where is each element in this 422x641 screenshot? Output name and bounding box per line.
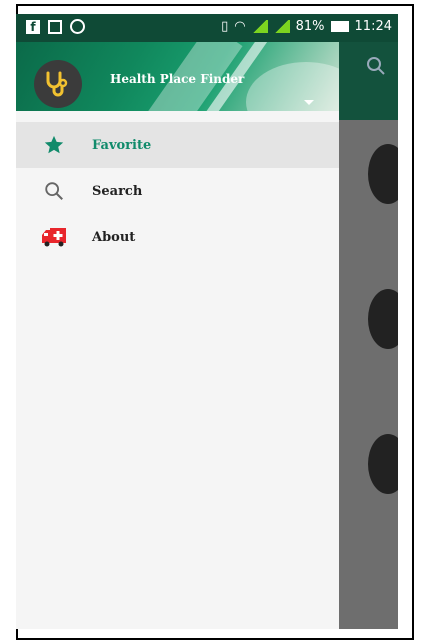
menu-item-about[interactable]: About [16, 214, 339, 260]
account-dropdown-icon[interactable] [304, 100, 314, 105]
app-logo-avatar[interactable] [34, 60, 82, 108]
drawer-header: Health Place Finder [16, 42, 339, 111]
menu-label-about: About [92, 229, 136, 245]
navigation-drawer: Health Place Finder Favorite Search Abou… [16, 42, 339, 629]
menu-label-favorite: Favorite [92, 137, 152, 153]
background-search-icon[interactable] [366, 56, 386, 81]
background-card-edge [368, 144, 398, 204]
background-card-edge [368, 289, 398, 349]
signal-icon-2 [273, 20, 290, 33]
vibrate-icon: ▯ [221, 19, 229, 34]
background-card-edge [368, 434, 398, 494]
gallery-icon [48, 19, 62, 34]
drawer-menu: Favorite Search About [16, 122, 339, 260]
app-title: Health Place Finder [110, 72, 245, 86]
menu-label-search: Search [92, 183, 143, 199]
wifi-icon: ◠ [234, 19, 246, 34]
facebook-icon: f [26, 19, 40, 34]
menu-item-favorite[interactable]: Favorite [16, 122, 339, 168]
clock: 11:24 [354, 19, 392, 34]
search-icon [45, 182, 63, 200]
battery-percent: 81% [295, 19, 325, 34]
battery-icon [330, 21, 349, 32]
signal-icon [251, 20, 268, 33]
ambulance-icon [42, 228, 66, 247]
phone-screen: f ▯ ◠ 81% 11:24 Health Place Finder Favo… [16, 14, 398, 629]
whatsapp-icon [70, 19, 85, 34]
status-bar: f ▯ ◠ 81% 11:24 [16, 14, 398, 42]
menu-item-search[interactable]: Search [16, 168, 339, 214]
stethoscope-icon [46, 71, 68, 97]
star-icon [44, 135, 64, 154]
